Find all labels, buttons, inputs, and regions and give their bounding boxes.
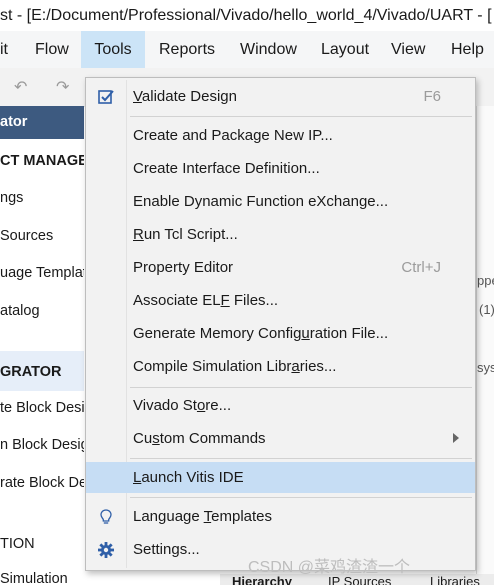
flow-navigator: ator CT MANAGER ngs Sources uage Templat… — [0, 106, 84, 585]
menu-item-label: Vivado Store... — [133, 397, 232, 414]
menu-separator — [130, 387, 472, 388]
menu-tools[interactable]: Tools — [81, 31, 145, 68]
menu-item-associate-elf[interactable]: Associate ELF Files... — [86, 285, 475, 316]
menu-item-generate-memory-config[interactable]: Generate Memory Configuration File... — [86, 318, 475, 349]
submenu-arrow-icon — [453, 433, 459, 443]
window-title: st - [E:/Document/Professional/Vivado/he… — [0, 7, 492, 24]
menu-item-label: Validate Design — [133, 88, 237, 105]
gear-icon — [98, 542, 114, 558]
menu-item-label: Enable Dynamic Function eXchange... — [133, 193, 389, 210]
menu-item-create-interface-definition[interactable]: Create Interface Definition... — [86, 153, 475, 184]
nav-section-project-manager[interactable]: CT MANAGER — [0, 153, 84, 169]
menu-item-label: Generate Memory Configuration File... — [133, 325, 389, 342]
nav-item-generate-block-design[interactable]: rate Block De — [0, 475, 84, 491]
flow-navigator-title: ator — [0, 114, 28, 130]
menu-item-run-tcl-script[interactable]: Run Tcl Script... — [86, 219, 475, 250]
menu-item-vivado-store[interactable]: Vivado Store... — [86, 390, 475, 421]
menu-window[interactable]: Window — [240, 31, 297, 68]
menu-edit[interactable]: it — [0, 31, 8, 68]
menu-item-language-templates[interactable]: Language Templates — [86, 501, 475, 532]
right-pane-text: ppe — [477, 273, 494, 288]
shortcut-label: F6 — [423, 88, 441, 105]
flow-navigator-header: ator — [0, 106, 84, 139]
menu-item-label: Settings... — [133, 541, 200, 558]
lightbulb-icon — [100, 509, 112, 524]
undo-arrow-icon[interactable]: ↶ — [14, 77, 27, 97]
menu-reports[interactable]: Reports — [159, 31, 215, 68]
menu-item-label: Run Tcl Script... — [133, 226, 238, 243]
window-title-bar: st - [E:/Document/Professional/Vivado/he… — [0, 0, 494, 31]
menu-item-compile-sim-libraries[interactable]: Compile Simulation Libraries... — [86, 351, 475, 382]
menu-flow[interactable]: Flow — [35, 31, 69, 68]
tools-menu: Validate Design F6 Create and Package Ne… — [85, 77, 476, 571]
nav-section-simulation[interactable]: TION — [0, 536, 35, 552]
menu-item-label: Launch Vitis IDE — [133, 469, 244, 486]
menu-item-validate-design[interactable]: Validate Design F6 — [86, 81, 475, 112]
nav-item-create-block-design[interactable]: te Block Desi — [0, 400, 84, 416]
nav-item-ip-catalog[interactable]: atalog — [0, 303, 40, 319]
nav-item-language-templates[interactable]: uage Templat — [0, 265, 84, 281]
nav-item-settings[interactable]: ngs — [0, 190, 23, 206]
menu-item-label: Language Templates — [133, 508, 273, 525]
nav-item-add-sources[interactable]: Sources — [0, 228, 53, 244]
right-pane-text: sys — [477, 360, 494, 375]
menu-item-enable-dfx[interactable]: Enable Dynamic Function eXchange... — [86, 186, 475, 217]
menu-view[interactable]: View — [391, 31, 425, 68]
nav-item-open-block-design[interactable]: n Block Desig — [0, 437, 84, 453]
shortcut-label: Ctrl+J — [401, 259, 441, 276]
menu-layout[interactable]: Layout — [321, 31, 369, 68]
redo-arrow-icon[interactable]: ↷ — [56, 77, 69, 97]
right-pane: ppe (1) sys — [476, 106, 494, 585]
menu-separator — [130, 497, 472, 498]
menu-item-create-package-ip[interactable]: Create and Package New IP... — [86, 120, 475, 151]
menu-separator — [130, 116, 472, 117]
menu-item-label: Create and Package New IP... — [133, 127, 333, 144]
menu-item-launch-vitis-ide[interactable]: Launch Vitis IDE — [86, 462, 475, 493]
menu-item-label: Associate ELF Files... — [133, 292, 279, 309]
right-pane-text: (1) — [479, 302, 494, 317]
menu-item-label: Custom Commands — [133, 430, 266, 447]
menu-item-custom-commands[interactable]: Custom Commands — [86, 423, 475, 454]
menu-item-label: Create Interface Definition... — [133, 160, 320, 177]
watermark-text: CSDN @菜鸡渣渣一个 — [248, 559, 411, 576]
menu-separator — [130, 458, 472, 459]
menu-item-property-editor[interactable]: Property Editor Ctrl+J — [86, 252, 475, 283]
validate-checkbox-icon — [98, 90, 114, 104]
menu-help[interactable]: Help — [451, 31, 484, 68]
nav-item-run-simulation[interactable]: Simulation — [0, 571, 68, 585]
menu-bar: it Flow Tools Reports Window Layout View… — [0, 31, 494, 68]
tab-libraries[interactable]: Libraries — [430, 574, 480, 585]
nav-section-ip-integrator[interactable]: GRATOR — [0, 364, 62, 380]
menu-item-label: Property Editor — [133, 259, 234, 276]
menu-item-label: Compile Simulation Libraries... — [133, 358, 337, 375]
